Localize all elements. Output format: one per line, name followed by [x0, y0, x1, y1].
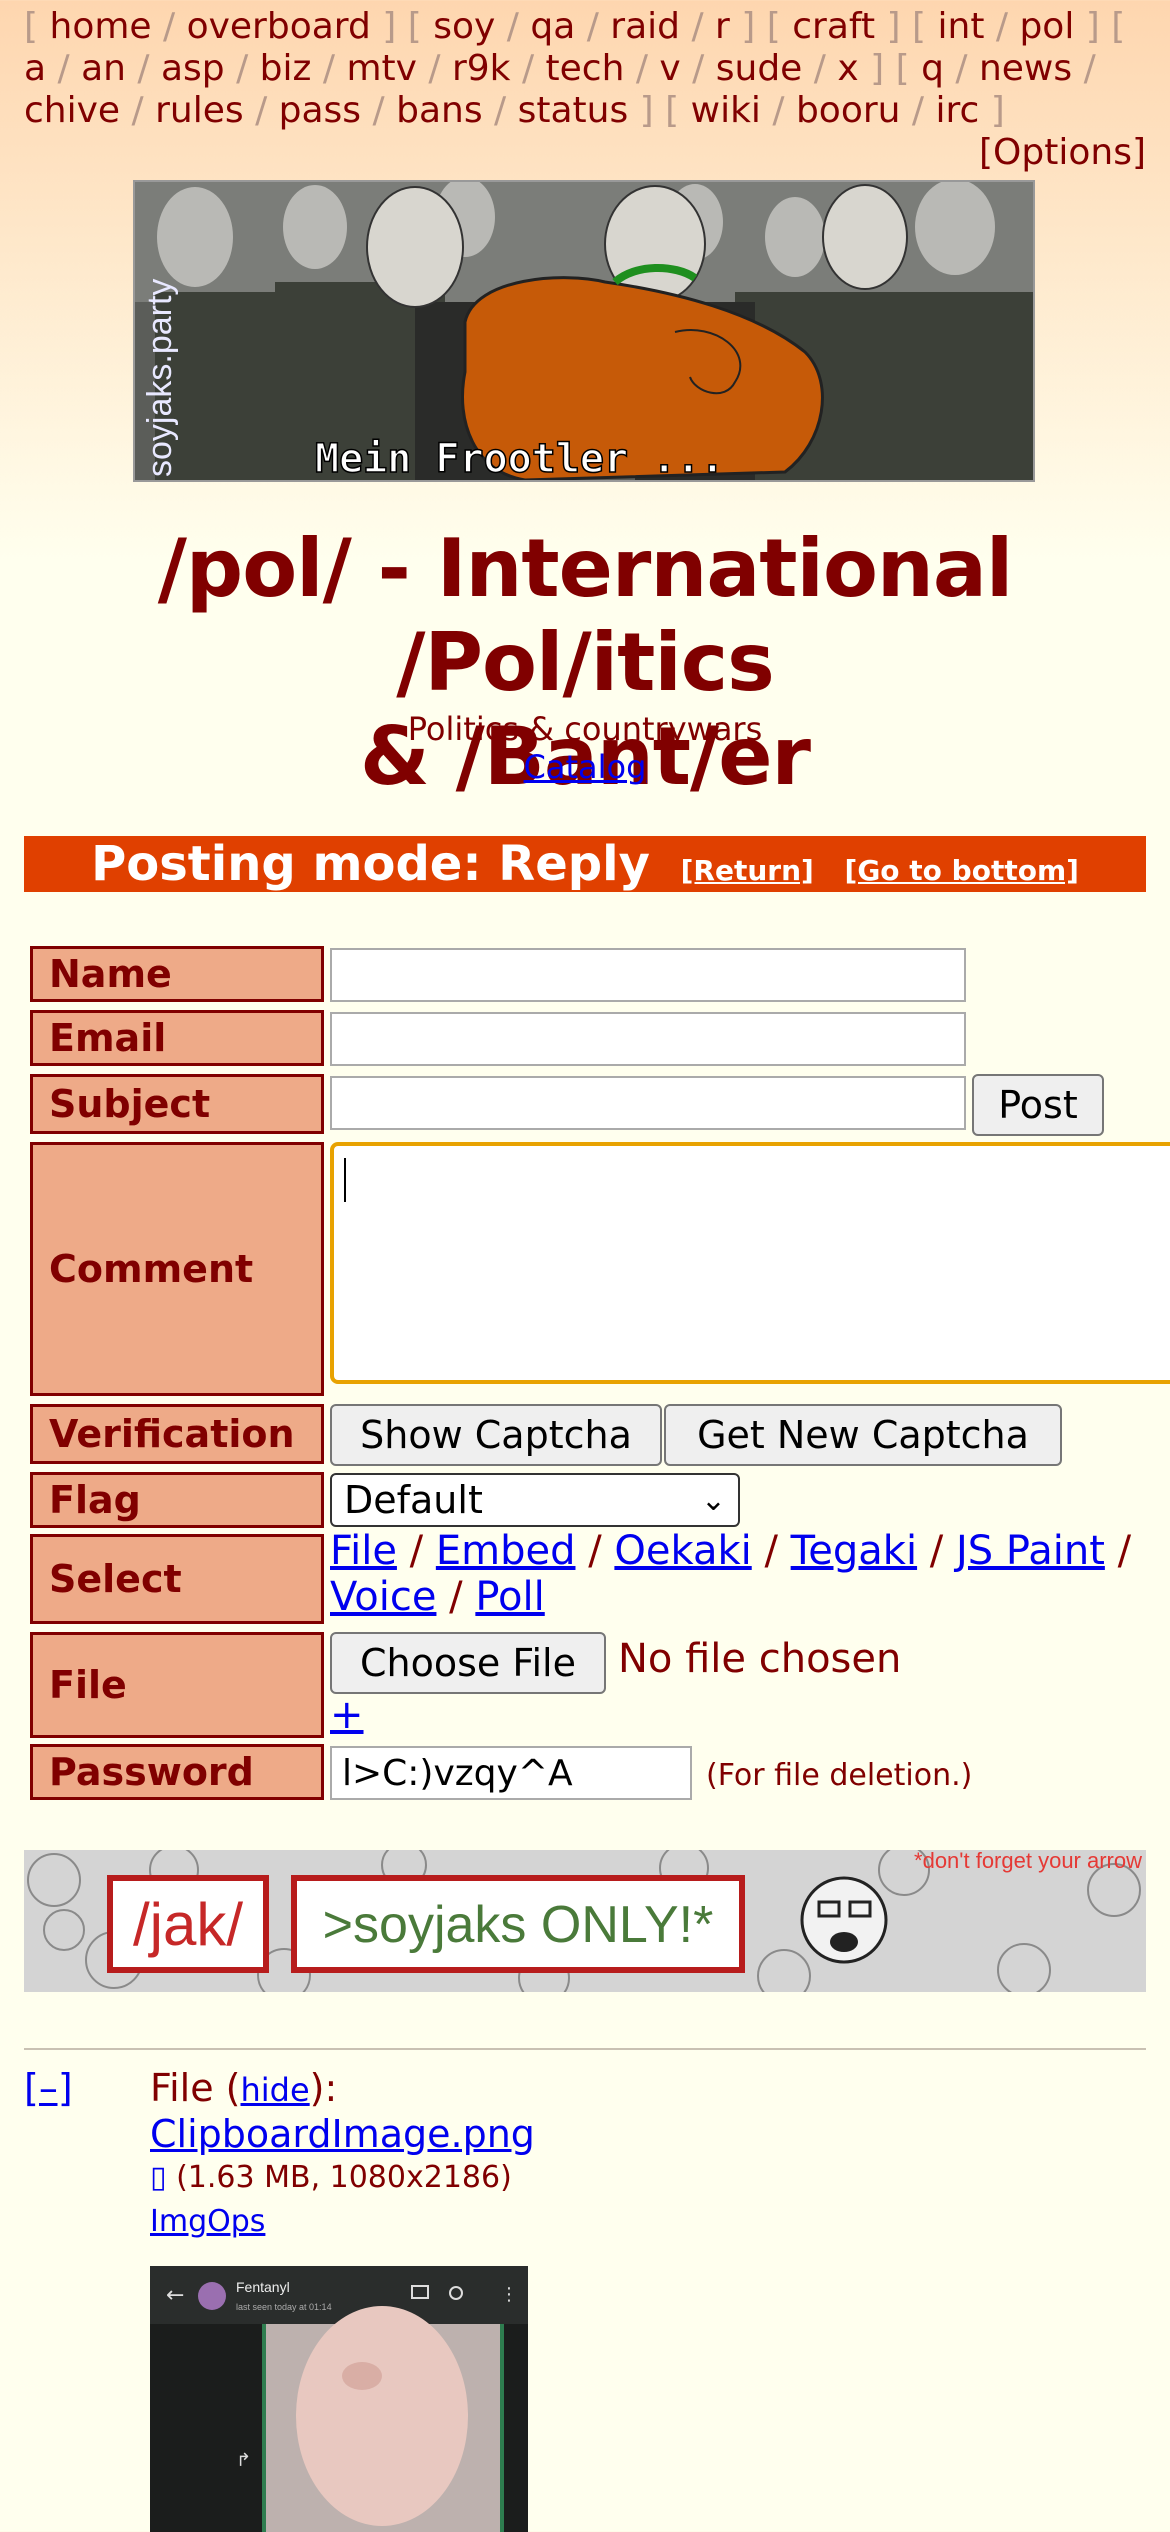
nav-link-chive[interactable]: chive [24, 90, 120, 131]
password-field[interactable]: l>C:)vzqy^A [330, 1746, 692, 1800]
name-label: Name [30, 946, 324, 1002]
select-jspaint-link[interactable]: JS Paint [956, 1528, 1105, 1574]
select-tegaki-link[interactable]: Tegaki [791, 1528, 917, 1574]
posting-mode-label: Posting mode: Reply [91, 836, 650, 892]
svg-text:←: ← [166, 2283, 184, 2308]
select-embed-link[interactable]: Embed [436, 1528, 576, 1574]
nav-link-biz[interactable]: biz [260, 48, 312, 89]
attachment-type-links: File / Embed / Oekaki / Tegaki / JS Pain… [330, 1528, 1132, 1620]
nav-link-rules[interactable]: rules [155, 90, 244, 131]
banner-watermark: soyjaks.party [141, 279, 179, 477]
flag-label: Flag [30, 1472, 324, 1528]
show-captcha-button[interactable]: Show Captcha [330, 1404, 662, 1466]
post-file-info: File (hide): ClipboardImage.png ▯ (1.63 … [150, 2066, 535, 2244]
select-file-link[interactable]: File [330, 1528, 397, 1574]
collapse-post-button[interactable]: [–] [24, 2066, 73, 2110]
board-banner-image[interactable]: soyjaks.party Mein Frootler ... [133, 180, 1035, 482]
no-file-chosen-text: No file chosen [618, 1636, 902, 1682]
download-icon[interactable]: ▯ [150, 2160, 167, 2195]
thumbnail-illustration: ← Fentanyl last seen today at 01:14 ⋮ ↱ [150, 2266, 528, 2532]
nav-link-overboard[interactable]: overboard [187, 6, 371, 47]
ad-soyjaks-text: >soyjaks ONLY!* [323, 1896, 714, 1954]
select-poll-link[interactable]: Poll [475, 1574, 544, 1620]
email-label: Email [30, 1010, 324, 1066]
board-subtitle: Politics & countrywars [407, 710, 763, 748]
subject-field[interactable] [330, 1076, 966, 1130]
return-link[interactable]: [Return] [681, 854, 814, 887]
nav-link-booru[interactable]: booru [796, 90, 901, 131]
catalog-link[interactable]: Catalog [524, 748, 647, 786]
file-label: File [30, 1632, 324, 1738]
select-label: Select [30, 1534, 324, 1624]
nav-link-r[interactable]: r [715, 6, 730, 47]
file-prefix: File ( [150, 2066, 241, 2110]
verification-label: Verification [30, 1404, 324, 1464]
chevron-down-icon: ⌄ [700, 1483, 726, 1518]
jak-ad-banner[interactable]: /jak/ >soyjaks ONLY!* *don't forget your… [24, 1850, 1146, 1992]
choose-file-button[interactable]: Choose File [330, 1632, 606, 1694]
nav-link-int[interactable]: int [938, 6, 985, 47]
ad-illustration: /jak/ >soyjaks ONLY!* *don't forget your… [24, 1850, 1146, 1992]
comment-label: Comment [30, 1142, 324, 1396]
nav-link-home[interactable]: home [50, 6, 152, 47]
comment-textarea[interactable] [330, 1142, 1170, 1384]
nav-link-qa[interactable]: qa [530, 6, 575, 47]
text-cursor [344, 1158, 346, 1202]
options-link[interactable]: [Options] [979, 132, 1146, 173]
name-field[interactable] [330, 948, 966, 1002]
svg-text:⋮: ⋮ [500, 2284, 518, 2305]
divider [24, 2048, 1146, 2050]
nav-link-mtv[interactable]: mtv [346, 48, 417, 89]
select-voice-link[interactable]: Voice [330, 1574, 436, 1620]
password-hint: (For file deletion.) [706, 1758, 973, 1793]
thumb-contact-name: Fentanyl [236, 2279, 290, 2295]
nav-link-q[interactable]: q [921, 48, 944, 89]
add-file-link[interactable]: + [330, 1692, 364, 1738]
svg-text:↱: ↱ [236, 2450, 251, 2471]
hide-file-link[interactable]: hide [241, 2071, 310, 2109]
banner-illustration: soyjaks.party Mein Frootler ... [135, 182, 1033, 480]
banner-caption: Mein Frootler ... [315, 436, 724, 480]
nav-link-sude[interactable]: sude [716, 48, 803, 89]
subject-label: Subject [30, 1074, 324, 1134]
nav-link-a[interactable]: a [24, 48, 46, 89]
nav-link-an[interactable]: an [81, 48, 126, 89]
nav-link-wiki[interactable]: wiki [691, 90, 761, 131]
ad-note-text: *don't forget your arrow [914, 1850, 1142, 1873]
select-oekaki-link[interactable]: Oekaki [614, 1528, 751, 1574]
go-to-bottom-link[interactable]: [Go to bottom] [845, 854, 1079, 887]
nav-link-x[interactable]: x [837, 48, 858, 89]
flag-select-value: Default [344, 1478, 483, 1522]
flag-select[interactable]: Default ⌄ [330, 1473, 740, 1527]
ad-jak-text: /jak/ [133, 1891, 243, 1958]
nav-link-v[interactable]: v [659, 48, 680, 89]
nav-link-asp[interactable]: asp [161, 48, 225, 89]
filename-link[interactable]: ClipboardImage.png [150, 2112, 535, 2156]
nav-link-status[interactable]: status [518, 90, 629, 131]
nav-link-bans[interactable]: bans [396, 90, 482, 131]
thumb-contact-status: last seen today at 01:14 [236, 2302, 332, 2312]
imgops-link[interactable]: ImgOps [150, 2204, 265, 2239]
nav-link-pol[interactable]: pol [1019, 6, 1074, 47]
nav-link-tech[interactable]: tech [546, 48, 625, 89]
post-button[interactable]: Post [972, 1074, 1104, 1136]
password-label: Password [30, 1744, 324, 1800]
nav-link-craft[interactable]: craft [792, 6, 875, 47]
nav-link-r9k[interactable]: r9k [452, 48, 511, 89]
get-new-captcha-button[interactable]: Get New Captcha [664, 1404, 1062, 1466]
nav-link-news[interactable]: news [979, 48, 1072, 89]
nav-link-soy[interactable]: soy [433, 6, 495, 47]
file-meta: (1.63 MB, 1080x2186) [176, 2160, 512, 2195]
nav-link-irc[interactable]: irc [936, 90, 980, 131]
file-suffix: ): [309, 2066, 338, 2110]
board-list-nav: [ home / overboard ] [ soy / qa / raid /… [24, 6, 1126, 131]
nav-link-raid[interactable]: raid [610, 6, 680, 47]
email-field[interactable] [330, 1012, 966, 1066]
page-title-line1: /pol/ - International /Pol/itics [157, 522, 1014, 709]
post-thumbnail-image[interactable]: ← Fentanyl last seen today at 01:14 ⋮ ↱ [150, 2266, 528, 2532]
posting-mode-bar: Posting mode: Reply [Return] [Go to bott… [24, 836, 1146, 892]
nav-link-pass[interactable]: pass [279, 90, 361, 131]
